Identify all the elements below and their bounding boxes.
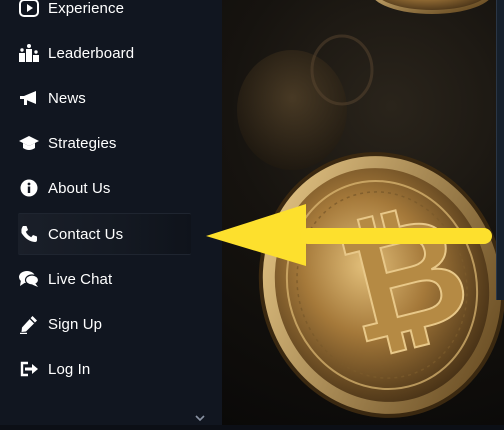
sidebar-item-label: Live Chat <box>48 270 113 288</box>
info-icon <box>18 177 40 199</box>
pencil-icon <box>18 313 40 335</box>
play-icon <box>18 0 40 19</box>
arrow-left-icon <box>206 204 492 266</box>
sidebar-item-label: Experience <box>48 0 125 17</box>
sidebar-item-label: Log In <box>48 360 91 378</box>
chevron-down-icon[interactable] <box>193 411 207 425</box>
sidebar-item-news[interactable]: News <box>18 77 191 119</box>
sidebar-item-label: Strategies <box>48 134 117 152</box>
sidebar-item-label: News <box>48 89 86 107</box>
sidebar-item-label: Contact Us <box>48 225 124 243</box>
sidebar-item-contact-us[interactable]: Contact Us <box>18 213 191 255</box>
sidebar: Experience Leaderboard News Strategies A… <box>0 0 222 425</box>
podium-icon <box>18 42 40 64</box>
sidebar-item-log-in[interactable]: Log In <box>18 348 191 390</box>
sidebar-item-leaderboard[interactable]: Leaderboard <box>18 32 191 74</box>
phone-icon <box>18 223 40 245</box>
sidebar-item-experience[interactable]: Experience <box>18 0 191 29</box>
sidebar-item-strategies[interactable]: Strategies <box>18 122 191 164</box>
megaphone-icon <box>18 87 40 109</box>
sidebar-item-sign-up[interactable]: Sign Up <box>18 303 191 345</box>
sidebar-item-label: Sign Up <box>48 315 103 333</box>
sidebar-item-live-chat[interactable]: Live Chat <box>18 258 191 300</box>
login-icon <box>18 358 40 380</box>
chat-icon <box>18 268 40 290</box>
sidebar-item-label: About Us <box>48 179 111 197</box>
graduation-cap-icon <box>18 132 40 154</box>
sidebar-item-about-us[interactable]: About Us <box>18 167 191 209</box>
sidebar-item-label: Leaderboard <box>48 44 135 62</box>
